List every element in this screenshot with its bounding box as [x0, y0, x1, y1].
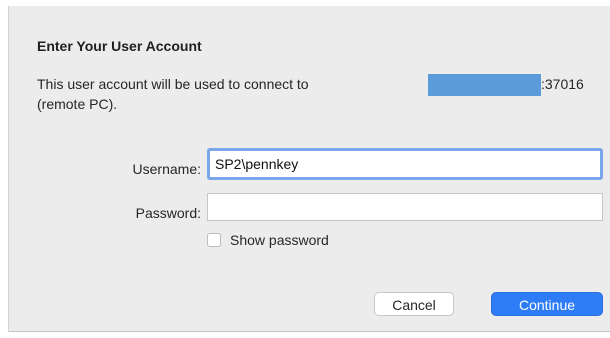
cancel-button[interactable]: Cancel [374, 292, 454, 316]
description-port: :37016 [541, 76, 584, 92]
show-password-label: Show password [230, 232, 329, 248]
password-field[interactable] [207, 193, 603, 221]
user-account-dialog: Enter Your User Account This user accoun… [8, 6, 610, 332]
show-password-checkbox[interactable] [207, 233, 221, 247]
description-suffix: (remote PC). [37, 96, 118, 112]
continue-button[interactable]: Continue [491, 292, 603, 316]
redacted-host [428, 74, 541, 96]
username-field[interactable] [207, 148, 603, 180]
dialog-title: Enter Your User Account [37, 38, 202, 54]
show-password-option[interactable]: Show password [207, 232, 329, 248]
username-label: Username: [132, 161, 201, 177]
password-label: Password: [135, 205, 201, 221]
description-text: This user account will be used to connec… [37, 76, 309, 92]
